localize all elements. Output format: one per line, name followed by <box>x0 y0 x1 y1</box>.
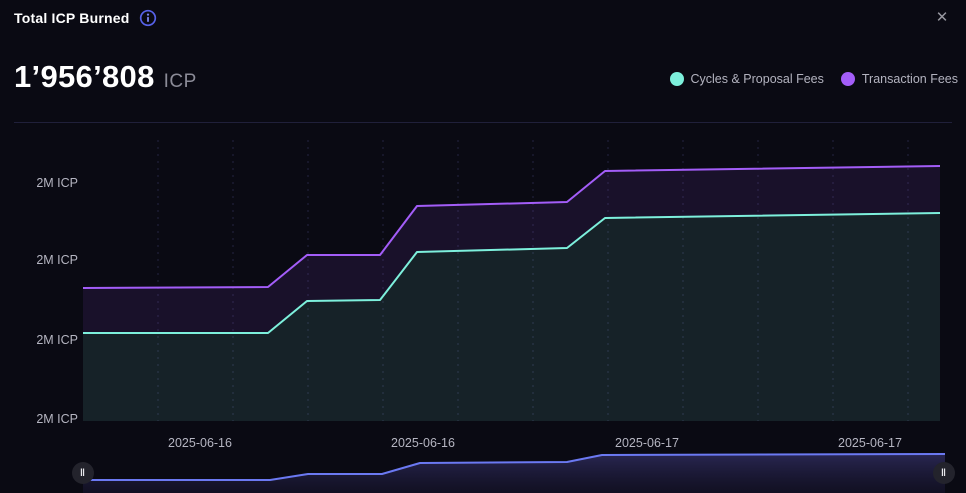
y-axis-label-2: 2M ICP <box>36 333 78 347</box>
total-icp-burned-panel: Total ICP Burned ✕ 1’956’808 ICP Cycles … <box>0 0 966 493</box>
navigator-left-handle[interactable]: ‖ <box>72 462 94 484</box>
navigator-right-handle[interactable]: ‖ <box>933 462 955 484</box>
burned-icp-stacked-area-chart[interactable] <box>0 0 966 493</box>
x-axis-label-0: 2025-06-16 <box>168 436 232 450</box>
x-axis-label-3: 2025-06-17 <box>838 436 902 450</box>
x-axis-label-2: 2025-06-17 <box>615 436 679 450</box>
y-axis-label-1: 2M ICP <box>36 253 78 267</box>
y-axis-label-0: 2M ICP <box>36 176 78 190</box>
x-axis-label-1: 2025-06-16 <box>391 436 455 450</box>
y-axis-label-3: 2M ICP <box>36 412 78 426</box>
